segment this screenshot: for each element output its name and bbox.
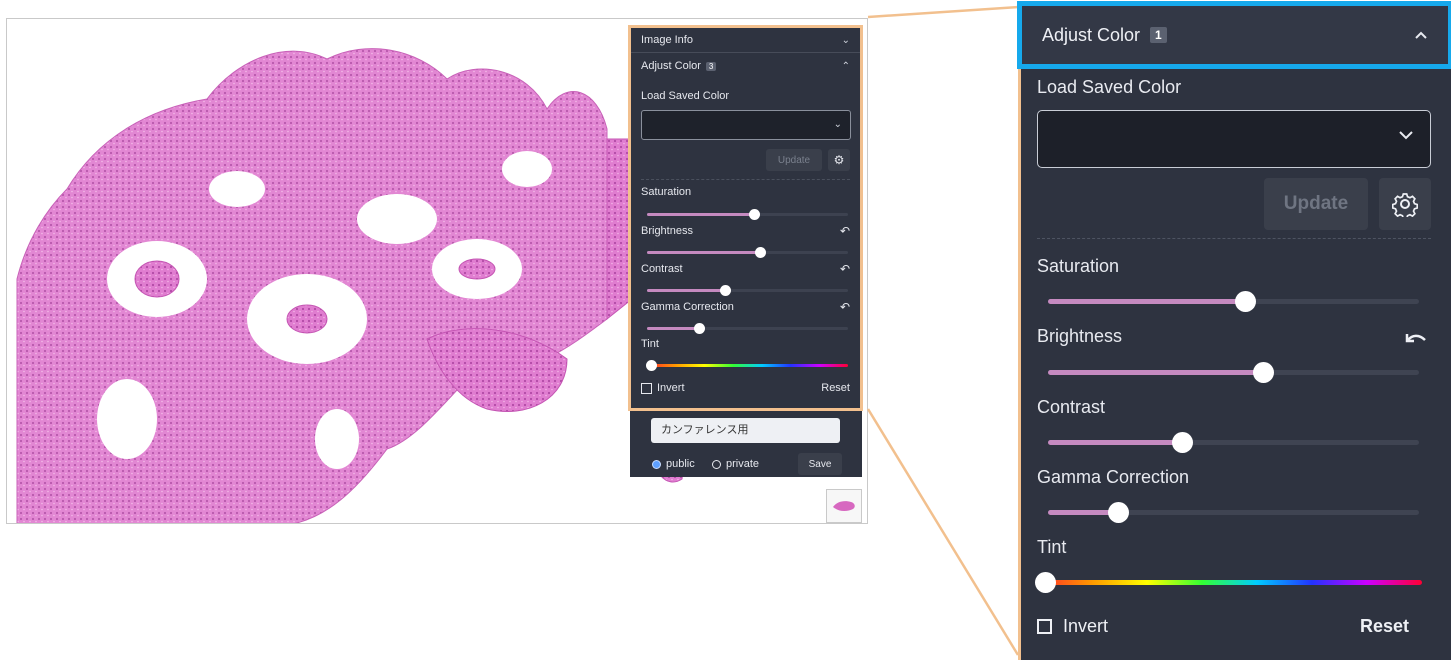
load-saved-color-label: Load Saved Color <box>641 90 730 102</box>
radio-unselected-icon <box>712 459 721 469</box>
public-radio[interactable]: public <box>652 458 695 470</box>
slider-thumb[interactable] <box>1171 432 1193 453</box>
saturation-slider[interactable] <box>647 209 848 220</box>
saturation-slider[interactable] <box>1048 291 1419 312</box>
undo-icon[interactable]: ↶ <box>840 224 850 238</box>
undo-icon[interactable]: ↶ <box>840 300 850 314</box>
invert-checkbox[interactable]: Invert <box>641 382 685 394</box>
color-name-input[interactable]: カンファレンス用 <box>651 418 840 443</box>
slider-thumb[interactable] <box>1108 502 1130 523</box>
public-label: public <box>666 458 695 470</box>
contrast-label: Contrast <box>641 263 683 275</box>
saturation-label: Saturation <box>1037 256 1120 276</box>
contrast-slider[interactable] <box>647 285 848 296</box>
undo-icon[interactable] <box>1405 332 1427 346</box>
slider-thumb[interactable] <box>1234 291 1256 312</box>
invert-label: Invert <box>1063 616 1109 636</box>
update-button[interactable]: Update <box>766 149 822 171</box>
undo-icon[interactable]: ↶ <box>840 262 850 276</box>
brightness-slider[interactable] <box>1048 362 1419 383</box>
update-button[interactable]: Update <box>1264 178 1368 230</box>
adjust-color-title: Adjust Color <box>1042 24 1141 45</box>
save-color-form: カンファレンス用 public private Save <box>630 411 862 477</box>
count-badge: 1 <box>1150 27 1167 43</box>
adjust-color-header-mini[interactable]: Adjust Color 3 ⌃ <box>641 60 850 72</box>
reset-button[interactable]: Reset <box>1360 616 1409 637</box>
chevron-down-icon <box>1399 131 1413 140</box>
tint-label: Tint <box>641 338 659 350</box>
checkbox-unchecked-icon <box>1037 619 1052 634</box>
adjust-color-header[interactable]: Adjust Color 1 <box>1017 1 1451 69</box>
brightness-label: Brightness <box>641 225 693 237</box>
gamma-correction-slider[interactable] <box>1048 502 1419 523</box>
thumbnail-navigator[interactable] <box>826 489 862 523</box>
brightness-slider[interactable] <box>647 247 848 258</box>
contrast-slider[interactable] <box>1048 432 1419 453</box>
invert-label: Invert <box>657 382 685 394</box>
divider <box>1037 238 1431 239</box>
saved-color-select[interactable]: ⌄ <box>641 110 851 140</box>
saturation-label: Saturation <box>641 186 692 198</box>
private-label: private <box>726 458 760 470</box>
gamma-correction-slider[interactable] <box>647 323 848 334</box>
chevron-down-icon: ⌄ <box>841 34 850 46</box>
saved-color-select[interactable] <box>1037 110 1431 168</box>
image-info-label: Image Info <box>641 34 693 46</box>
gamma-correction-label: Gamma Correction <box>1037 467 1190 487</box>
adjust-color-label: Adjust Color <box>641 60 701 72</box>
gear-icon[interactable] <box>1379 178 1431 230</box>
count-badge: 3 <box>705 62 717 71</box>
thumbnail-image <box>833 501 855 512</box>
gear-icon[interactable]: ⚙ <box>828 149 850 171</box>
slider-thumb[interactable] <box>1034 572 1056 593</box>
tint-slider[interactable] <box>1034 572 1422 593</box>
tint-label: Tint <box>1037 537 1067 557</box>
slider-thumb[interactable] <box>1253 362 1275 383</box>
tint-slider[interactable] <box>646 360 848 371</box>
divider <box>641 179 850 180</box>
gamma-correction-label: Gamma Correction <box>641 301 734 313</box>
adjust-color-panel-zoomed: Adjust Color 1 Load Saved Color Update S… <box>1017 1 1451 660</box>
reset-button[interactable]: Reset <box>821 382 850 394</box>
image-info-header[interactable]: Image Info ⌄ <box>641 34 850 46</box>
invert-checkbox[interactable]: Invert <box>1037 616 1108 637</box>
radio-selected-icon <box>652 459 661 469</box>
brightness-label: Brightness <box>1037 326 1123 346</box>
chevron-down-icon: ⌄ <box>833 119 842 130</box>
gear-glyph <box>1392 193 1418 217</box>
private-radio[interactable]: private <box>712 458 759 470</box>
save-button[interactable]: Save <box>798 453 842 475</box>
contrast-label: Contrast <box>1037 397 1106 417</box>
load-saved-color-label: Load Saved Color <box>1037 77 1182 97</box>
adjust-color-panel-mini: Image Info ⌄ Adjust Color 3 ⌃ Load Saved … <box>628 25 863 411</box>
chevron-up-icon: ⌃ <box>841 60 850 72</box>
chevron-up-icon[interactable] <box>1414 31 1428 40</box>
